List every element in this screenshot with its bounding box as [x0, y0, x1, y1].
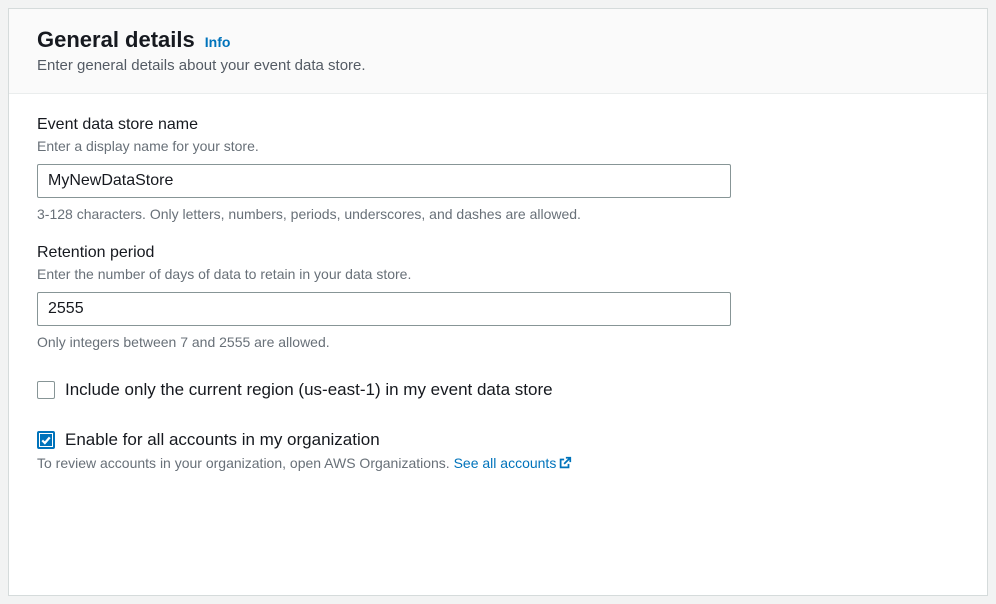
see-all-accounts-text: See all accounts	[454, 455, 557, 471]
enable-org-hint-text: To review accounts in your organization,…	[37, 455, 454, 471]
panel-title: General details	[37, 27, 195, 53]
field-group-retention: Retention period Enter the number of day…	[37, 244, 959, 350]
enable-org-hint: To review accounts in your organization,…	[37, 455, 959, 471]
field-hint-retention: Only integers between 7 and 2555 are all…	[37, 334, 959, 350]
field-description-name: Enter a display name for your store.	[37, 138, 959, 154]
see-all-accounts-link[interactable]: See all accounts	[454, 455, 573, 471]
panel-header: General details Info Enter general detai…	[9, 9, 987, 94]
retention-period-input[interactable]	[37, 292, 731, 326]
field-label-retention: Retention period	[37, 244, 959, 262]
field-label-name: Event data store name	[37, 116, 959, 134]
check-icon	[40, 434, 52, 446]
field-group-name: Event data store name Enter a display na…	[37, 116, 959, 222]
field-description-retention: Enter the number of days of data to reta…	[37, 266, 959, 282]
include-region-label[interactable]: Include only the current region (us-east…	[65, 380, 553, 400]
enable-org-label[interactable]: Enable for all accounts in my organizati…	[65, 430, 380, 450]
enable-org-checkbox[interactable]	[37, 431, 55, 449]
panel-subtitle: Enter general details about your event d…	[37, 57, 959, 74]
include-region-checkbox[interactable]	[37, 381, 55, 399]
event-data-store-name-input[interactable]	[37, 164, 731, 198]
field-hint-name: 3-128 characters. Only letters, numbers,…	[37, 206, 959, 222]
panel-body: Event data store name Enter a display na…	[9, 94, 987, 495]
external-link-icon	[558, 456, 572, 470]
checkbox-row-region: Include only the current region (us-east…	[37, 380, 959, 400]
checkbox-group-org: Enable for all accounts in my organizati…	[37, 430, 959, 471]
general-details-panel: General details Info Enter general detai…	[8, 8, 988, 596]
info-link[interactable]: Info	[205, 34, 231, 50]
